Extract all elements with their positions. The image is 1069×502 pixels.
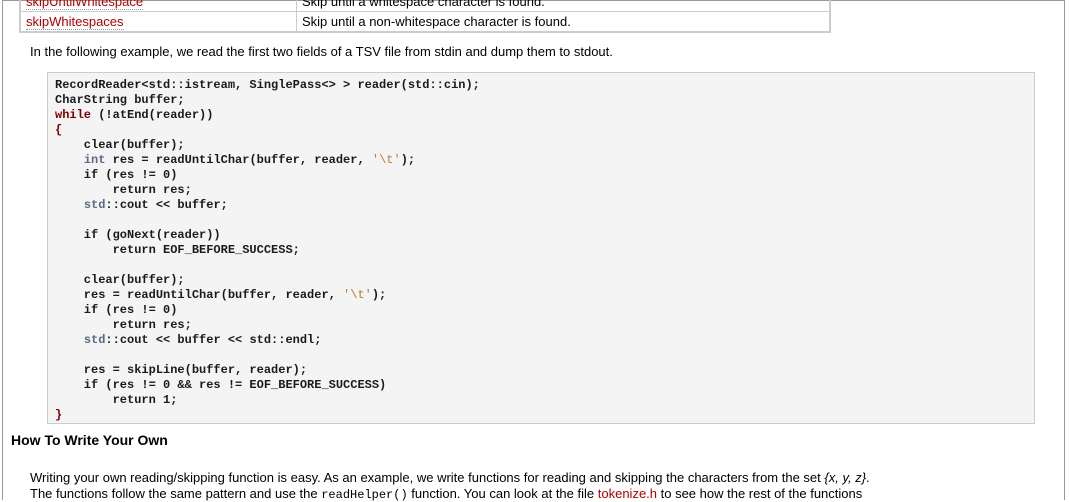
text: The functions follow the same pattern an… xyxy=(30,486,322,501)
code-line: int res = readUntilChar(buffer, reader, … xyxy=(55,153,1034,168)
function-link[interactable]: skipUntilWhitespace xyxy=(26,0,144,10)
code-token: '\t' xyxy=(371,153,401,167)
code-token: res = skipLine(buffer, reader); xyxy=(55,363,308,377)
code-token: int xyxy=(83,153,106,167)
code-line: } xyxy=(55,408,1034,423)
code-token: res = readUntilChar(buffer, reader, xyxy=(105,153,372,167)
code-token: if (res != 0 && res != EOF_BEFORE_SUCCES… xyxy=(55,378,387,392)
paragraph-line-1: Writing your own reading/skipping functi… xyxy=(30,470,870,485)
set-notation: {x, y, z} xyxy=(824,470,867,485)
code-line: { xyxy=(55,123,1034,138)
intro-paragraph: In the following example, we read the fi… xyxy=(30,44,613,59)
code-token: std xyxy=(83,198,106,212)
code-token: CharString buffer; xyxy=(55,93,185,107)
code-token: return res; xyxy=(55,183,192,197)
code-line: return EOF_BEFORE_SUCCESS; xyxy=(55,243,1034,258)
function-link[interactable]: skipWhitespaces xyxy=(26,14,124,30)
code-line: if (goNext(reader)) xyxy=(55,228,1034,243)
tokenize-link[interactable]: tokenize.h xyxy=(598,486,657,501)
code-token: ::cout << buffer; xyxy=(105,198,228,212)
code-line: res = skipLine(buffer, reader); xyxy=(55,363,1034,378)
code-token: clear(buffer); xyxy=(55,273,185,287)
code-token: if (res != 0) xyxy=(55,168,178,182)
text: Writing your own reading/skipping functi… xyxy=(30,470,825,485)
function-table: skipUntilWhitespace Skip until a whitesp… xyxy=(19,0,831,33)
code-line: res = readUntilChar(buffer, reader, '\t'… xyxy=(55,288,1034,303)
code-token: ::cout << buffer << std::endl; xyxy=(105,333,322,347)
code-token: ); xyxy=(371,288,387,302)
code-line: clear(buffer); xyxy=(55,138,1034,153)
code-token: return EOF_BEFORE_SUCCESS; xyxy=(55,243,300,257)
code-line: while (!atEnd(reader)) xyxy=(55,108,1034,123)
code-token: if (res != 0) xyxy=(55,303,178,317)
code-line: return res; xyxy=(55,318,1034,333)
code-token: return 1; xyxy=(55,393,178,407)
function-description: Skip until a non-whitespace character is… xyxy=(296,11,831,33)
code-line: clear(buffer); xyxy=(55,273,1034,288)
code-token: } xyxy=(55,408,63,422)
code-line: if (res != 0) xyxy=(55,168,1034,183)
code-token: { xyxy=(55,123,63,137)
code-token: if (goNext(reader)) xyxy=(55,228,221,242)
section-heading: How To Write Your Own xyxy=(11,432,168,448)
code-line: CharString buffer; xyxy=(55,93,1034,108)
text: to see how the rest of the functions xyxy=(657,486,863,501)
code-line: return res; xyxy=(55,183,1034,198)
code-token: RecordReader<std::istream, SinglePass<> … xyxy=(55,78,480,92)
code-token: while xyxy=(55,108,92,122)
function-description: Skip until a whitespace character is fou… xyxy=(296,0,831,12)
code-token: res = readUntilChar(buffer, reader, xyxy=(55,288,344,302)
text: function. You can look at the file xyxy=(407,486,598,501)
code-line: if (res != 0) xyxy=(55,303,1034,318)
code-line: std::cout << buffer << std::endl; xyxy=(55,333,1034,348)
code-block: RecordReader<std::istream, SinglePass<> … xyxy=(47,72,1035,424)
code-line: return 1; xyxy=(55,393,1034,408)
table-row: skipUntilWhitespace Skip until a whitesp… xyxy=(19,0,831,12)
code-line: RecordReader<std::istream, SinglePass<> … xyxy=(55,78,1034,93)
code-line: if (res != 0 && res != EOF_BEFORE_SUCCES… xyxy=(55,378,1034,393)
code-token: return res; xyxy=(55,318,192,332)
code-token: clear(buffer); xyxy=(55,138,185,152)
text: . xyxy=(866,470,870,485)
code-token: (!atEnd(reader)) xyxy=(91,108,214,122)
code-token: '\t' xyxy=(343,288,372,302)
table-row: skipWhitespaces Skip until a non-whitesp… xyxy=(19,11,831,33)
code-token: std xyxy=(83,333,106,347)
code-line: std::cout << buffer; xyxy=(55,198,1034,213)
code-token: ); xyxy=(400,153,416,167)
